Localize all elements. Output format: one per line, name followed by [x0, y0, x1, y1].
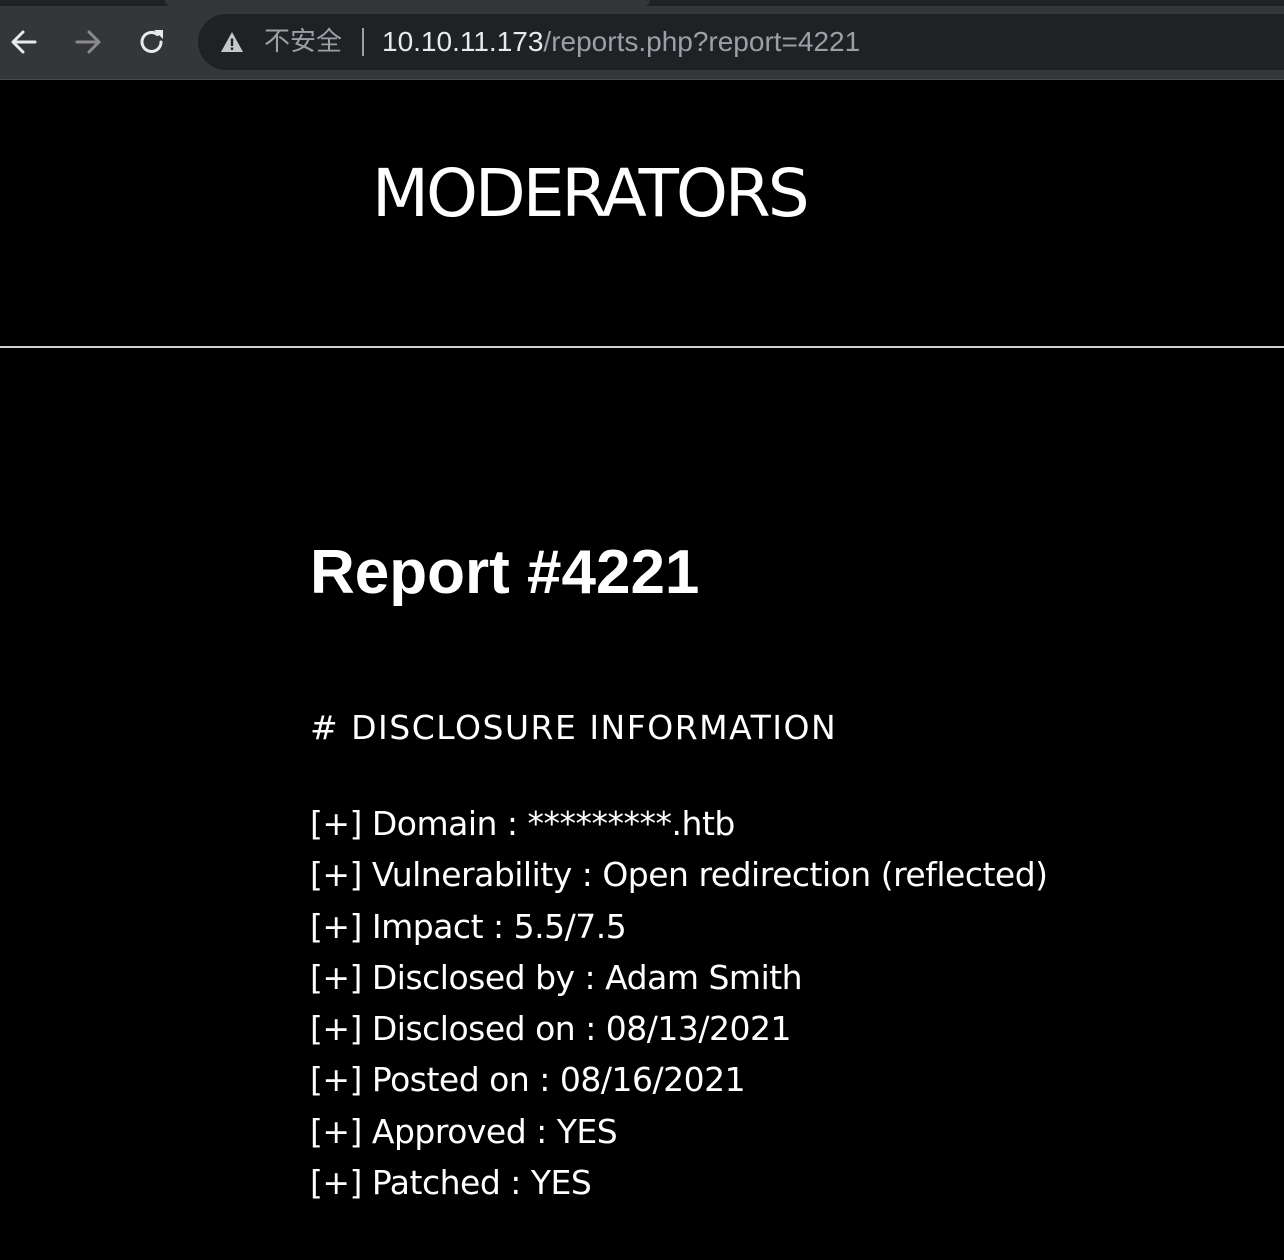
reload-button[interactable] — [132, 22, 172, 62]
detail-approved: [+] Approved : YES — [310, 1111, 618, 1151]
back-button[interactable] — [4, 22, 44, 62]
reload-icon — [140, 30, 163, 53]
detail-vulnerability: [+] Vulnerability : Open redirection (re… — [310, 855, 1048, 895]
disclosure-heading: # DISCLOSURE INFORMATION — [310, 708, 838, 747]
warning-triangle-icon[interactable] — [220, 30, 244, 54]
site-title[interactable]: MODERATORS — [372, 156, 810, 232]
url-path: /reports.php?report=4221 — [543, 26, 861, 57]
detail-patched: [+] Patched : YES — [310, 1163, 592, 1203]
detail-disclosed-on: [+] Disclosed on : 08/13/2021 — [310, 1009, 791, 1049]
arrow-right-icon — [75, 30, 101, 54]
address-separator — [362, 28, 364, 56]
url-host: 10.10.11.173 — [382, 26, 544, 57]
url-text[interactable]: 10.10.11.173/reports.php?report=4221 — [382, 24, 860, 60]
detail-disclosed-by: [+] Disclosed by : Adam Smith — [310, 957, 803, 997]
header-divider — [0, 346, 1284, 348]
detail-domain: [+] Domain : *********.htb — [310, 804, 735, 843]
arrow-left-icon — [11, 30, 37, 54]
detail-impact: [+] Impact : 5.5/7.5 — [310, 906, 627, 946]
report-title: Report #4221 — [310, 538, 700, 607]
detail-posted-on: [+] Posted on : 08/16/2021 — [310, 1060, 746, 1100]
tab-strip — [0, 0, 1284, 6]
browser-toolbar: 不安全 10.10.11.173/reports.php?report=4221 — [0, 0, 1284, 80]
security-status-label[interactable]: 不安全 — [264, 24, 342, 60]
site-header: MODERATORS — [0, 80, 1284, 346]
forward-button[interactable] — [68, 22, 108, 62]
address-bar[interactable]: 不安全 10.10.11.173/reports.php?report=4221 — [198, 14, 1284, 70]
active-tab[interactable] — [165, 0, 650, 6]
disclosure-details: [+] Domain : *********.htb [+] Vulnerabi… — [310, 798, 1048, 1208]
